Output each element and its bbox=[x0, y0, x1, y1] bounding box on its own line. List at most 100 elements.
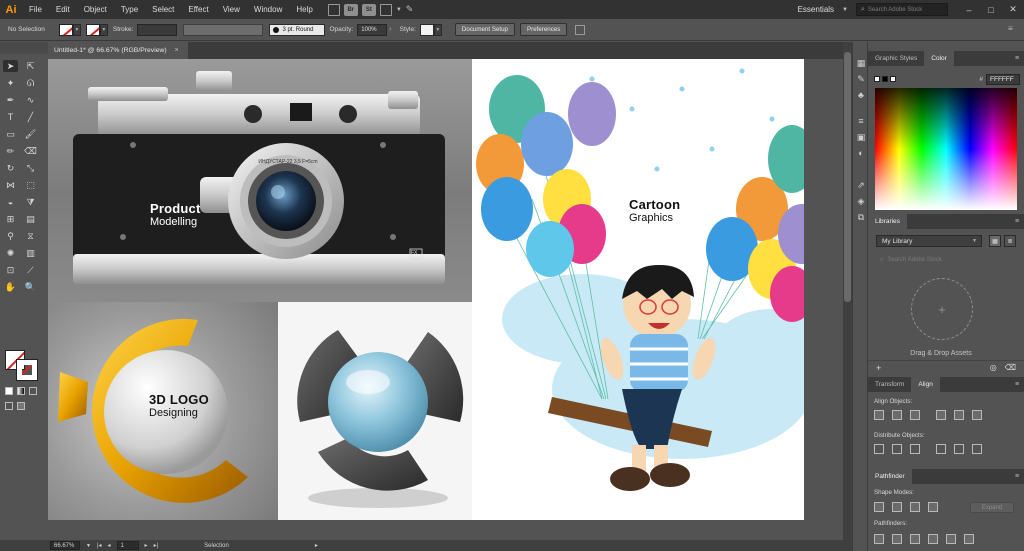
intersect-icon[interactable] bbox=[910, 502, 920, 512]
close-icon[interactable]: × bbox=[175, 47, 179, 54]
distribute-vertical-center-icon[interactable] bbox=[892, 444, 902, 454]
symbols-icon[interactable]: ♣ bbox=[856, 90, 866, 100]
last-artboard-icon[interactable]: ▸| bbox=[154, 542, 159, 549]
document-tab[interactable]: Untitled-1* @ 66.67% (RGB/Preview) × bbox=[48, 42, 188, 59]
style-dropdown[interactable]: ▼ bbox=[433, 23, 442, 36]
add-content-icon[interactable]: + bbox=[876, 363, 881, 373]
document-setup-button[interactable]: Document Setup bbox=[454, 23, 515, 36]
tab-align[interactable]: Align bbox=[911, 377, 940, 392]
trim-icon[interactable] bbox=[892, 534, 902, 544]
sync-icon[interactable]: ◎ bbox=[990, 363, 997, 372]
distribute-horizontal-center-icon[interactable] bbox=[954, 444, 964, 454]
grid-view-icon[interactable]: ▦ bbox=[989, 235, 1001, 247]
workspace-chevron-icon[interactable]: ▼ bbox=[842, 7, 848, 13]
variable-width-profile[interactable] bbox=[183, 23, 264, 36]
chevron-down-icon[interactable]: ▼ bbox=[396, 7, 402, 13]
color-mode-icon[interactable] bbox=[5, 387, 13, 395]
stroke-weight-field[interactable] bbox=[137, 23, 178, 36]
distribute-bottom-icon[interactable] bbox=[910, 444, 920, 454]
add-asset-icon[interactable]: + bbox=[911, 278, 973, 340]
gradient-panel-icon[interactable]: ▣ bbox=[856, 132, 866, 142]
tools-panel-grip[interactable] bbox=[0, 42, 48, 54]
divide-icon[interactable] bbox=[874, 534, 884, 544]
delete-icon[interactable]: ⌫ bbox=[1005, 363, 1016, 372]
merge-icon[interactable] bbox=[910, 534, 920, 544]
opacity-label[interactable]: Opacity: bbox=[329, 26, 353, 33]
screen-mode-icon[interactable] bbox=[17, 402, 25, 410]
menu-window[interactable]: Window bbox=[247, 0, 289, 19]
eyedropper-tool-icon[interactable]: ⚲ bbox=[3, 230, 18, 242]
scale-tool-icon[interactable]: ⤡ bbox=[23, 162, 38, 174]
opacity-field[interactable]: 100% bbox=[357, 23, 388, 36]
brush-icon[interactable]: ✎ bbox=[406, 4, 414, 15]
artwork-3d-logo[interactable]: 3D LOGO Designing bbox=[48, 302, 278, 520]
stroke-swatch[interactable] bbox=[85, 23, 100, 36]
hand-tool-icon[interactable]: ✋ bbox=[3, 281, 18, 293]
align-horizontal-center-icon[interactable] bbox=[892, 410, 902, 420]
align-top-icon[interactable] bbox=[936, 410, 946, 420]
artwork-camera[interactable]: Product Modelling ИНДУСТАР-22 3,5 F=5cm … bbox=[48, 59, 472, 302]
graphic-style-swatch[interactable] bbox=[419, 23, 434, 36]
zoom-tool-icon[interactable]: 🔍 bbox=[23, 281, 38, 293]
fill-dropdown[interactable]: ▼ bbox=[72, 23, 81, 36]
exclude-icon[interactable] bbox=[928, 502, 938, 512]
lasso-tool-icon[interactable]: ᘏ bbox=[23, 77, 38, 89]
gpu-icon[interactable] bbox=[327, 3, 340, 16]
artwork-sphere-logo[interactable] bbox=[278, 302, 472, 520]
symbol-sprayer-tool-icon[interactable]: ✺ bbox=[3, 247, 18, 259]
paintbrush-tool-icon[interactable]: 🖌 bbox=[23, 128, 38, 140]
artboard-number-field[interactable]: 1 bbox=[116, 541, 139, 550]
arrange-documents-icon[interactable] bbox=[379, 3, 392, 16]
perspective-grid-tool-icon[interactable]: ⧩ bbox=[23, 196, 38, 208]
color-black-mini[interactable] bbox=[882, 76, 888, 82]
library-search-input[interactable]: ⌕ Search Adobe Stock bbox=[876, 254, 1016, 266]
rotate-tool-icon[interactable]: ↻ bbox=[3, 162, 18, 174]
tab-transform[interactable]: Transform bbox=[868, 377, 911, 392]
menu-help[interactable]: Help bbox=[289, 0, 319, 19]
shape-builder-tool-icon[interactable]: ◒ bbox=[3, 196, 18, 208]
free-transform-tool-icon[interactable]: ⬚ bbox=[23, 179, 38, 191]
blend-tool-icon[interactable]: ⧖ bbox=[23, 230, 38, 242]
gradient-mode-icon[interactable] bbox=[17, 387, 25, 395]
brushes-icon[interactable]: ✎ bbox=[856, 74, 866, 84]
align-bottom-icon[interactable] bbox=[972, 410, 982, 420]
none-mode-icon[interactable] bbox=[29, 387, 37, 395]
rectangle-tool-icon[interactable]: ▭ bbox=[3, 128, 18, 140]
align-left-icon[interactable] bbox=[874, 410, 884, 420]
menu-select[interactable]: Select bbox=[145, 0, 181, 19]
type-tool-icon[interactable]: T bbox=[3, 111, 18, 123]
artboard-tool-icon[interactable]: ⊡ bbox=[3, 264, 18, 276]
distribute-top-icon[interactable] bbox=[874, 444, 884, 454]
scrollbar-thumb[interactable] bbox=[844, 52, 851, 302]
arrange-icon[interactable] bbox=[575, 24, 586, 35]
pen-tool-icon[interactable]: ✒ bbox=[3, 94, 18, 106]
canvas[interactable]: Product Modelling ИНДУСТАР-22 3,5 F=5cm … bbox=[48, 59, 843, 540]
minus-back-icon[interactable] bbox=[964, 534, 974, 544]
vertical-scrollbar[interactable] bbox=[843, 42, 852, 551]
mesh-tool-icon[interactable]: ⊞ bbox=[3, 213, 18, 225]
tab-graphic-styles[interactable]: Graphic Styles bbox=[868, 51, 924, 66]
tab-libraries[interactable]: Libraries bbox=[868, 214, 907, 229]
color-panel-menu-icon[interactable]: ≡ bbox=[1010, 51, 1024, 66]
first-artboard-icon[interactable]: |◂ bbox=[97, 542, 102, 549]
minimize-button[interactable]: – bbox=[958, 5, 980, 15]
magic-wand-tool-icon[interactable]: ✦ bbox=[3, 77, 18, 89]
current-tool-label[interactable]: Selection bbox=[204, 543, 229, 549]
line-tool-icon[interactable]: ╱ bbox=[23, 111, 38, 123]
column-graph-tool-icon[interactable]: ▥ bbox=[23, 247, 38, 259]
menu-edit[interactable]: Edit bbox=[49, 0, 77, 19]
menu-file[interactable]: File bbox=[22, 0, 49, 19]
preferences-button[interactable]: Preferences bbox=[520, 23, 568, 36]
stroke-label[interactable]: Stroke: bbox=[113, 26, 134, 33]
stock-button[interactable]: St bbox=[361, 3, 376, 16]
unite-icon[interactable] bbox=[874, 502, 884, 512]
menu-object[interactable]: Object bbox=[77, 0, 114, 19]
stroke-panel-icon[interactable]: ≡ bbox=[856, 116, 866, 126]
menu-type[interactable]: Type bbox=[114, 0, 145, 19]
align-panel-menu-icon[interactable]: ≡ bbox=[1010, 377, 1024, 392]
opacity-chevron-icon[interactable]: › bbox=[389, 26, 391, 33]
fill-stroke-widget[interactable] bbox=[5, 350, 41, 381]
distribute-left-icon[interactable] bbox=[936, 444, 946, 454]
hex-input[interactable]: FFFFFF bbox=[986, 73, 1020, 85]
distribute-right-icon[interactable] bbox=[972, 444, 982, 454]
